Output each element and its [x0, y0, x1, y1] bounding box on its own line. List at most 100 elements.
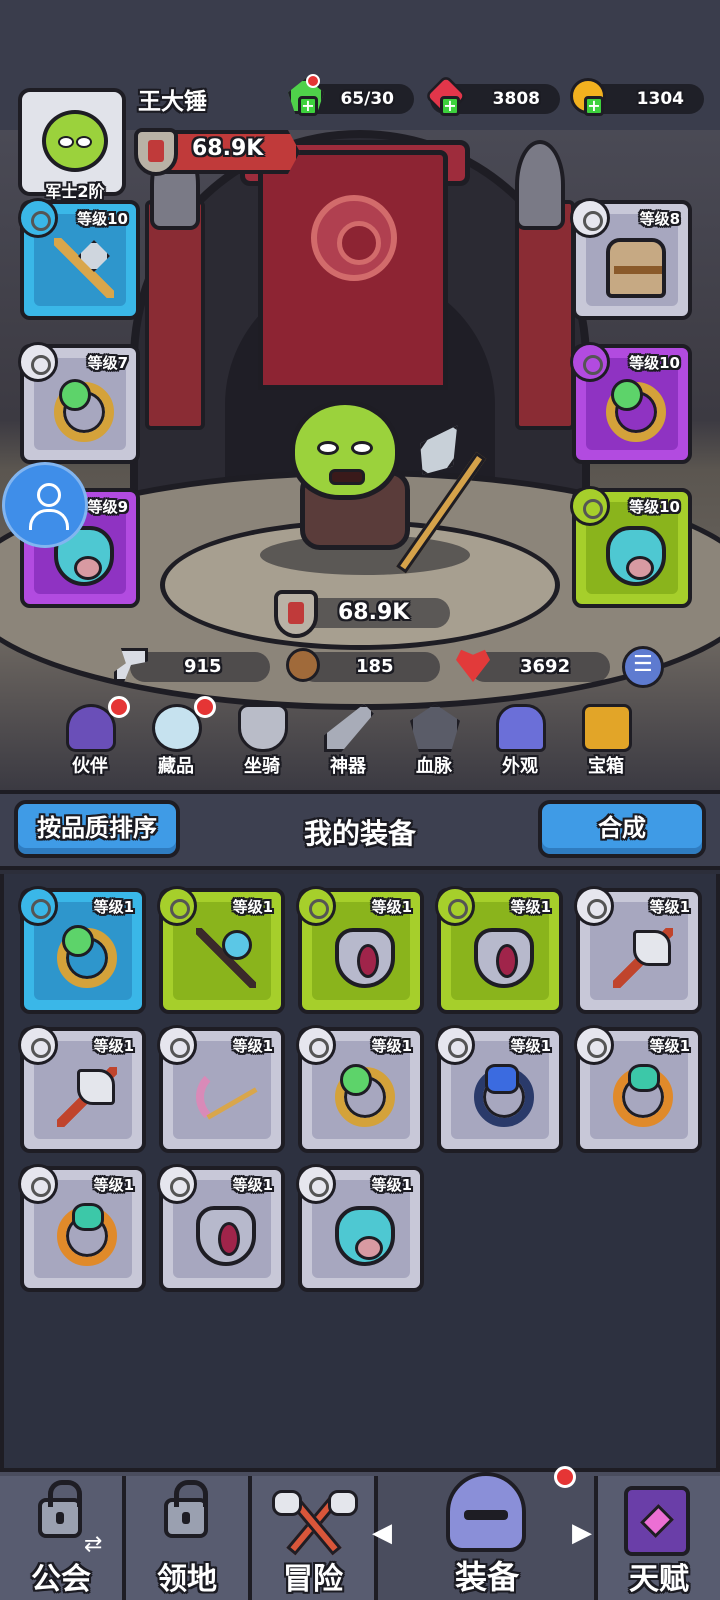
- spear-icon: [54, 238, 114, 298]
- armor-icon: [606, 238, 666, 298]
- feature-appearance[interactable]: 外观: [480, 700, 560, 780]
- feature-partner[interactable]: 伙伴: [50, 696, 130, 780]
- slot-level: 等级7: [87, 354, 128, 372]
- equip-slot-armor[interactable]: 等级8: [570, 198, 692, 320]
- feature-mount[interactable]: 坐骑: [222, 700, 302, 780]
- equip-slot-ring-2[interactable]: 等级10: [570, 342, 692, 464]
- bag-item-slot[interactable]: 等级1: [296, 1164, 424, 1292]
- equipment-notify-dot: [554, 1466, 576, 1488]
- sort-by-quality-button[interactable]: 按品质排序: [14, 800, 180, 858]
- bag-item-slot[interactable]: 等级1: [296, 1025, 424, 1153]
- item-level: 等级1: [93, 1037, 134, 1055]
- bag-item-slot[interactable]: 等级1: [435, 1025, 563, 1153]
- ring-icon: [606, 379, 666, 442]
- feature-collection[interactable]: 藏品: [136, 696, 216, 780]
- attack-value: 915: [184, 656, 222, 677]
- floating-user-icon[interactable]: [2, 462, 88, 548]
- nav-territory[interactable]: 领地: [126, 1476, 252, 1600]
- knight-helmet-icon: [446, 1472, 526, 1552]
- nav-equipment[interactable]: 装备: [398, 1466, 576, 1600]
- war-banner: [258, 150, 448, 390]
- feature-label: 外观: [502, 756, 538, 777]
- bag-item-slot[interactable]: 等级1: [18, 1025, 146, 1153]
- bag-item-slot[interactable]: 等级1: [18, 886, 146, 1014]
- bag-item-slot[interactable]: 等级1: [574, 886, 702, 1014]
- ring-icon: [54, 379, 114, 442]
- bag-item-slot[interactable]: 等级1: [157, 886, 285, 1014]
- gem-add-button[interactable]: +: [440, 96, 460, 116]
- nav-talent[interactable]: 天赋: [594, 1476, 720, 1600]
- equip-slot-weapon[interactable]: 等级10: [18, 198, 140, 320]
- item-type-icon: [157, 1164, 197, 1204]
- bag-item-slot[interactable]: 等级1: [157, 1164, 285, 1292]
- item-level: 等级1: [232, 1176, 273, 1194]
- merge-button[interactable]: 合成: [538, 800, 706, 858]
- nav-guild[interactable]: ⇄ 公会: [0, 1476, 126, 1600]
- wooden-shield-icon: [286, 648, 320, 682]
- feature-artifact[interactable]: 神器: [308, 700, 388, 780]
- item-level: 等级1: [371, 1037, 412, 1055]
- stats-list-button[interactable]: [622, 646, 664, 688]
- ring-type-icon: [570, 342, 610, 382]
- item-level: 等级1: [649, 898, 690, 916]
- gold-value: 1304: [636, 89, 684, 109]
- weapon-type-icon: [18, 198, 58, 238]
- robe-icon: [496, 704, 546, 752]
- mask-icon: [335, 1206, 395, 1266]
- equip-slot-amulet[interactable]: 等级10: [570, 486, 692, 608]
- mask-icon: [606, 526, 666, 586]
- gray-mask-icon: [196, 1206, 256, 1266]
- player-name: 王大锤: [138, 89, 207, 115]
- dark-ring-icon: [474, 1064, 534, 1127]
- equip-slot-ring[interactable]: 等级7: [18, 342, 140, 464]
- feature-label: 藏品: [158, 756, 194, 777]
- stamina-add-button[interactable]: +: [298, 96, 318, 116]
- feature-bloodline[interactable]: 血脉: [394, 700, 474, 780]
- gold-add-button[interactable]: +: [584, 96, 604, 116]
- nav-label: 公会: [31, 1562, 91, 1597]
- bag-item-slot[interactable]: 等级1: [435, 886, 563, 1014]
- ring-icon: [335, 1064, 395, 1127]
- item-level: 等级1: [232, 1037, 273, 1055]
- item-type-icon: [157, 886, 197, 926]
- sword-artifact-icon: [324, 704, 374, 752]
- nav-adventure[interactable]: 冒险: [252, 1476, 378, 1600]
- feature-label: 伙伴: [72, 756, 108, 777]
- item-type-icon: [296, 1025, 336, 1065]
- chevron-right-icon: ▶: [572, 1518, 592, 1548]
- stamina-value: 65/30: [340, 89, 394, 109]
- slot-level: 等级9: [87, 498, 128, 516]
- partner-notify-dot: [108, 696, 130, 718]
- lock-icon: [38, 1480, 82, 1538]
- bag-item-slot[interactable]: 等级1: [574, 1025, 702, 1153]
- power-shield-icon: [134, 128, 178, 176]
- stamina-notify-dot: [306, 74, 320, 88]
- feature-chest[interactable]: 宝箱: [566, 700, 646, 780]
- item-level: 等级1: [93, 1176, 134, 1194]
- item-type-icon: [18, 1164, 58, 1204]
- nav-label: 装备: [454, 1558, 519, 1596]
- item-type-icon: [574, 886, 614, 926]
- item-type-icon: [157, 1025, 197, 1065]
- hp-value: 3692: [520, 656, 571, 677]
- chevron-left-icon: ◀: [372, 1518, 392, 1548]
- orc-hero[interactable]: [290, 400, 400, 500]
- player-power: 68.9K: [192, 136, 264, 161]
- bow-icon: [196, 1067, 256, 1127]
- item-type-icon: [435, 886, 475, 926]
- feature-label: 神器: [330, 756, 366, 777]
- bag-header: 按品质排序 我的装备 合成: [0, 790, 720, 870]
- item-type-icon: [296, 886, 336, 926]
- bag-item-slot[interactable]: 等级1: [18, 1164, 146, 1292]
- item-type-icon: [18, 886, 58, 926]
- equipment-grid: 等级1 等级1 等级1 等级1 等级1 等级1 等级1 等级1 等级1 等级1 等级1 等级1 等级1: [0, 874, 720, 1468]
- hero-scene: 军士2阶 王大锤 68.9K 65/30 + 3808 + 1304 + 等级1…: [0, 0, 720, 790]
- axe-icon: [613, 928, 673, 988]
- bag-item-slot[interactable]: 等级1: [296, 886, 424, 1014]
- armor-type-icon: [570, 198, 610, 238]
- item-level: 等级1: [93, 898, 134, 916]
- hero-power-shield-icon: [274, 590, 318, 638]
- bag-item-slot[interactable]: 等级1: [157, 1025, 285, 1153]
- feature-label: 宝箱: [588, 756, 624, 777]
- defense-value: 185: [356, 656, 394, 677]
